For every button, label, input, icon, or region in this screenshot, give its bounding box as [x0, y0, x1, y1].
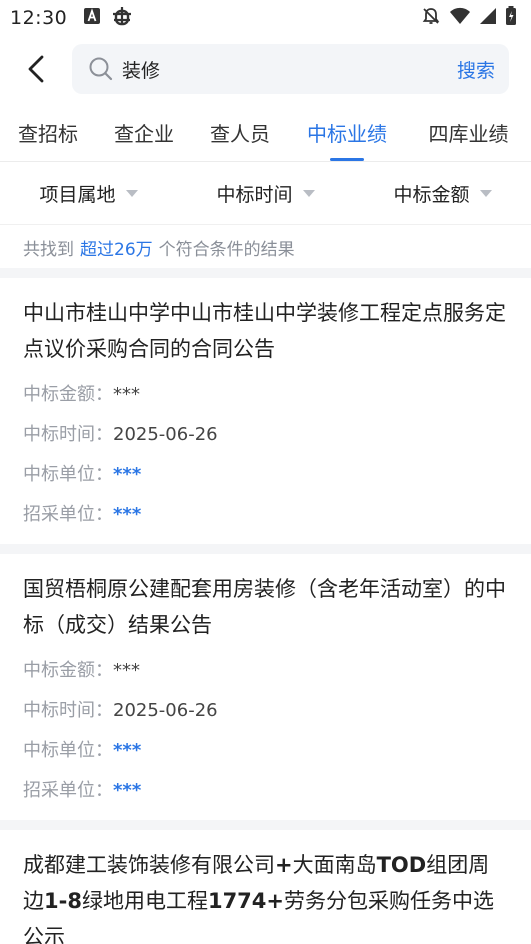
filter-project-location[interactable]: 项目属地	[0, 180, 177, 207]
result-count-value: 超过26万	[80, 239, 153, 260]
field-time: 中标时间： 2025-06-26	[23, 424, 218, 445]
caret-down-icon	[302, 190, 315, 197]
bug-icon	[111, 5, 133, 31]
filter-winning-time[interactable]: 中标时间	[177, 180, 354, 207]
tab-personnel[interactable]: 查人员	[192, 104, 288, 161]
signal-icon	[479, 7, 497, 29]
field-winner: 中标单位： ***	[23, 463, 142, 487]
filter-winning-amount[interactable]: 中标金额	[354, 180, 531, 207]
result-title[interactable]: 中山市桂山中学中山市桂山中学装修工程定点服务定点议价采购合同的合同公告	[23, 295, 508, 367]
search-button[interactable]: 搜索	[457, 56, 495, 83]
field-buyer: 招采单位： ***	[23, 503, 142, 527]
bell-off-icon	[421, 6, 441, 30]
winner-link[interactable]: ***	[113, 463, 141, 487]
back-button[interactable]	[0, 36, 72, 102]
caret-down-icon	[125, 190, 138, 197]
winner-link[interactable]: ***	[113, 739, 141, 763]
buyer-link[interactable]: ***	[113, 503, 141, 527]
wifi-icon	[449, 6, 471, 30]
tab-winning-performance[interactable]: 中标业绩	[288, 104, 406, 161]
status-bar: 12:30	[0, 0, 531, 36]
result-card[interactable]: 国贸梧桐原公建配套用房装修（含老年活动室）的中标（成交）结果公告 中标金额： **…	[0, 554, 531, 820]
search-box[interactable]: 搜索	[72, 44, 509, 94]
status-time: 12:30	[10, 7, 68, 29]
tab-four-library-performance[interactable]: 四库业绩	[406, 104, 531, 161]
divider	[0, 268, 531, 278]
result-card[interactable]: 成都建工装饰装修有限公司+大面南岛TOD组团周边1-8绿地用电工程1774+劳务…	[0, 830, 531, 944]
filter-bar: 项目属地 中标时间 中标金额	[0, 163, 531, 225]
search-input[interactable]	[122, 58, 457, 80]
result-count: 共找到 超过26万 个符合条件的结果	[0, 226, 531, 268]
battery-icon	[505, 6, 517, 30]
field-winner: 中标单位： ***	[23, 739, 142, 763]
result-title[interactable]: 成都建工装饰装修有限公司+大面南岛TOD组团周边1-8绿地用电工程1774+劳务…	[23, 847, 508, 944]
chevron-left-icon	[28, 55, 44, 83]
buyer-link[interactable]: ***	[113, 779, 141, 803]
caret-down-icon	[479, 190, 492, 197]
text-a-icon	[83, 7, 101, 29]
tab-enterprise[interactable]: 查企业	[96, 104, 192, 161]
category-tabs: 查招标 查企业 查人员 中标业绩 四库业绩	[0, 104, 531, 162]
field-amount: 中标金额： ***	[23, 660, 140, 681]
search-icon	[88, 56, 114, 82]
divider	[0, 544, 531, 554]
search-header: 搜索	[0, 36, 531, 102]
field-time: 中标时间： 2025-06-26	[23, 700, 218, 721]
tab-bidding[interactable]: 查招标	[0, 104, 96, 161]
result-card[interactable]: 中山市桂山中学中山市桂山中学装修工程定点服务定点议价采购合同的合同公告 中标金额…	[0, 278, 531, 544]
result-title[interactable]: 国贸梧桐原公建配套用房装修（含老年活动室）的中标（成交）结果公告	[23, 571, 508, 643]
field-amount: 中标金额： ***	[23, 384, 140, 405]
divider	[0, 820, 531, 830]
field-buyer: 招采单位： ***	[23, 779, 142, 803]
